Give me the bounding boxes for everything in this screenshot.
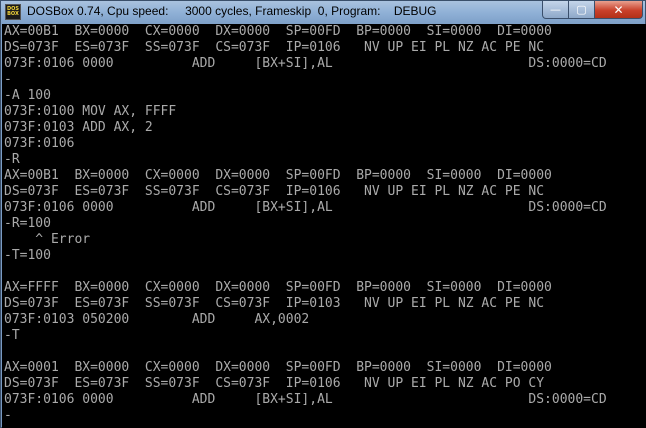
- terminal-line: AX=00B1 BX=0000 CX=0000 DX=0000 SP=00FD …: [4, 168, 552, 183]
- title-bar[interactable]: DOS BOX DOSBox 0.74, Cpu speed: 3000 cyc…: [1, 1, 645, 23]
- maximize-button[interactable]: ▢: [569, 1, 595, 19]
- dosbox-app-icon[interactable]: DOS BOX: [5, 4, 21, 20]
- terminal-line: AX=0001 BX=0000 CX=0000 DX=0000 SP=00FD …: [4, 360, 552, 375]
- terminal-line: -: [4, 408, 12, 423]
- close-button[interactable]: ✕: [595, 1, 643, 19]
- terminal-line: AX=00B1 BX=0000 CX=0000 DX=0000 SP=00FD …: [4, 24, 552, 39]
- terminal-line: -T=100: [4, 248, 51, 263]
- maximize-icon: ▢: [576, 3, 587, 16]
- app-icon-text-bottom: BOX: [7, 11, 19, 17]
- terminal-line: AX=FFFF BX=0000 CX=0000 DX=0000 SP=00FD …: [4, 280, 552, 295]
- terminal-line: -A 100: [4, 88, 51, 103]
- window-title: DOSBox 0.74, Cpu speed: 3000 cycles, Fra…: [27, 4, 437, 18]
- terminal-line: 073F:0106 0000 ADD [BX+SI],AL DS:0000=CD: [4, 200, 607, 215]
- terminal-line: 073F:0106 0000 ADD [BX+SI],AL DS:0000=CD: [4, 392, 607, 407]
- terminal-line: ^ Error: [4, 232, 91, 247]
- minimize-button[interactable]: —: [542, 1, 569, 19]
- terminal-line: 073F:0103 050200 ADD AX,0002: [4, 312, 310, 327]
- terminal-line: 073F:0106 0000 ADD [BX+SI],AL DS:0000=CD: [4, 56, 607, 71]
- terminal-line: DS=073F ES=073F SS=073F CS=073F IP=0106 …: [4, 376, 545, 391]
- terminal-line: -R: [4, 152, 20, 167]
- dosbox-window: DOS BOX DOSBox 0.74, Cpu speed: 3000 cyc…: [0, 0, 646, 428]
- dos-terminal-screen[interactable]: AX=00B1 BX=0000 CX=0000 DX=0000 SP=00FD …: [2, 24, 646, 428]
- terminal-line: -R=100: [4, 216, 51, 231]
- terminal-line: 073F:0106: [4, 136, 75, 151]
- terminal-line: DS=073F ES=073F SS=073F CS=073F IP=0103 …: [4, 296, 545, 311]
- terminal-line: 073F:0103 ADD AX, 2: [4, 120, 153, 135]
- terminal-line: DS=073F ES=073F SS=073F CS=073F IP=0106 …: [4, 40, 545, 55]
- terminal-line: 073F:0100 MOV AX, FFFF: [4, 104, 177, 119]
- terminal-line: -T: [4, 328, 20, 343]
- minimize-icon: —: [550, 3, 561, 16]
- terminal-line: -: [4, 72, 12, 87]
- terminal-line: DS=073F ES=073F SS=073F CS=073F IP=0106 …: [4, 184, 545, 199]
- close-icon: ✕: [613, 2, 624, 17]
